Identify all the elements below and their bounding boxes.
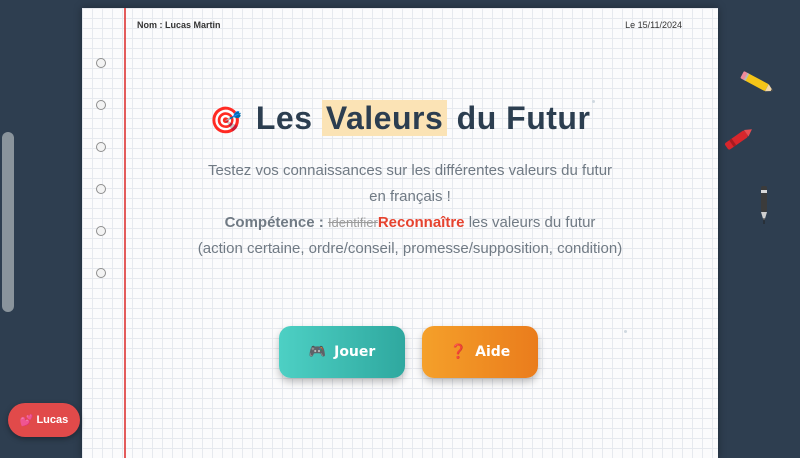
sparkle-dot — [624, 330, 627, 333]
binder-hole — [96, 226, 106, 236]
page-title: 🎯 Les Valeurs du Futur — [82, 100, 718, 137]
binder-hole — [96, 184, 106, 194]
competence-text: les valeurs du futur — [468, 214, 596, 231]
date-label: Le 15/11/2024 — [625, 20, 682, 30]
notebook-page: Nom : Lucas Martin Le 15/11/2024 🎯 Les V… — [82, 8, 718, 458]
crayon-icon — [725, 129, 752, 150]
heart-icon: 💕 — [19, 414, 34, 427]
pencil-icon — [740, 71, 774, 92]
side-panel-handle[interactable] — [2, 132, 14, 312]
margin-line — [124, 8, 126, 458]
pen-icon — [761, 186, 767, 224]
description-line2: en français ! — [369, 188, 451, 205]
question-icon: ❓ — [449, 344, 468, 360]
competence-label: Compétence : — [224, 214, 324, 231]
binder-hole — [96, 142, 106, 152]
competence-replacement-word: Reconnaître — [377, 214, 465, 231]
user-badge[interactable]: 💕 Lucas — [8, 403, 80, 437]
help-button-label: Aide — [475, 344, 511, 360]
play-button-label: Jouer — [334, 344, 376, 360]
description-line1: Testez vos connaissances sur les différe… — [207, 162, 613, 179]
competence-struck-word: Identifier — [327, 215, 378, 230]
play-button[interactable]: 🎮 Jouer — [279, 326, 405, 378]
binder-hole — [96, 268, 106, 278]
help-button[interactable]: ❓ Aide — [422, 326, 538, 378]
user-name: Lucas — [36, 414, 69, 426]
description: Testez vos connaissances sur les différe… — [192, 158, 628, 210]
competence: Compétence : IdentifierReconnaître les v… — [182, 210, 638, 262]
title-highlight: Valeurs — [321, 100, 448, 136]
sparkle-dot — [592, 100, 595, 103]
gamepad-icon: 🎮 — [308, 344, 327, 360]
competence-details: (action certaine, ordre/conseil, promess… — [197, 240, 623, 257]
student-name: Nom : Lucas Martin — [137, 20, 221, 30]
title-part2: du Futur — [456, 100, 591, 136]
target-icon: 🎯 — [209, 105, 243, 135]
binder-hole — [96, 58, 106, 68]
title-part1: Les — [255, 100, 313, 136]
